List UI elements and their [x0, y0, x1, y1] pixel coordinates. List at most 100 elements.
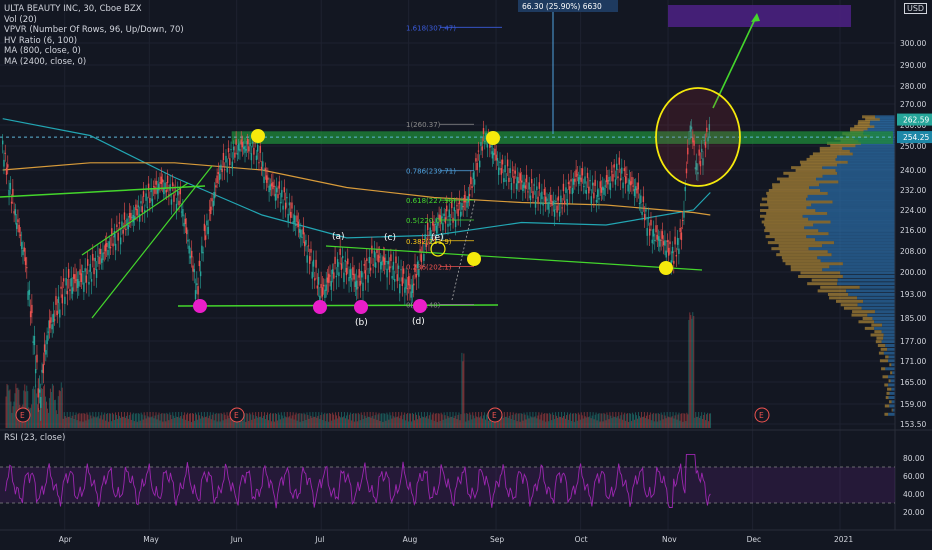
candle-body	[616, 163, 618, 170]
vpvr-bar-down	[858, 320, 875, 324]
candle-body	[624, 176, 627, 184]
vpvr-bar-down	[779, 180, 839, 184]
volume-bar	[310, 415, 312, 428]
candle-body	[387, 260, 390, 265]
volume-bar	[87, 414, 89, 428]
candle-body	[610, 171, 613, 173]
volume-bar	[343, 412, 345, 428]
vpvr-bar-down	[852, 310, 875, 314]
volume-bar	[204, 417, 206, 428]
volume-bar	[7, 385, 9, 428]
vpvr-bar-down	[807, 282, 838, 286]
price-tick-label: 224.00	[900, 206, 926, 215]
volume-bar	[389, 412, 391, 428]
candle-body	[532, 191, 534, 199]
candle-body	[189, 255, 192, 259]
volume-bar	[132, 412, 134, 428]
candle-body	[518, 180, 520, 184]
candle-body	[673, 260, 675, 264]
volume-bar	[116, 415, 118, 428]
volume-bar	[134, 413, 136, 428]
volume-bar	[673, 418, 675, 428]
candle-body	[480, 142, 482, 146]
candle-body	[671, 246, 674, 254]
vpvr-bar-up	[813, 223, 895, 227]
vpvr-bar-down	[875, 340, 882, 344]
volume-bar	[139, 420, 141, 428]
candle-body	[636, 188, 638, 194]
candle-body	[510, 182, 513, 190]
volume-bar	[39, 410, 41, 428]
vpvr-bar-up	[827, 191, 895, 195]
vpvr-bar-down	[764, 217, 809, 221]
price-tick-label: 185.00	[900, 314, 926, 323]
vpvr-bar-down	[880, 347, 888, 351]
candle-body	[396, 274, 398, 282]
volume-bar	[127, 418, 129, 428]
volume-bar	[474, 418, 476, 428]
volume-bar	[392, 412, 394, 428]
candle-body	[676, 237, 679, 245]
candle-body	[655, 225, 657, 233]
volume-bar	[506, 412, 508, 428]
volume-bar	[381, 413, 383, 428]
volume-bar	[278, 414, 280, 428]
volume-bar	[639, 417, 641, 428]
candle-body	[27, 291, 29, 300]
volume-bar	[690, 315, 692, 428]
candle-body	[187, 239, 189, 242]
volume-bar	[331, 420, 333, 428]
candle-body	[97, 255, 99, 257]
candle-body	[544, 196, 547, 203]
candle-body	[571, 187, 574, 195]
volume-bar	[44, 384, 46, 428]
candle-body	[224, 169, 226, 171]
vpvr-bar-up	[809, 186, 895, 190]
candle-body	[505, 180, 508, 182]
volume-bar	[651, 414, 653, 428]
candle-body	[404, 287, 406, 293]
candle-body	[47, 331, 50, 333]
candle-body	[523, 182, 525, 188]
candle-body	[638, 202, 641, 205]
vpvr-bar-up	[846, 289, 895, 293]
currency-label[interactable]: USD	[904, 3, 928, 14]
volume-bar	[446, 412, 448, 428]
candle-body	[496, 158, 499, 161]
price-chart[interactable]: 66.30 (25.90%) 6630 1.618(307.47) 1(260.37…	[0, 0, 932, 550]
vpvr-bar-down	[884, 383, 889, 387]
volume-bar	[124, 417, 126, 428]
volume-bar	[326, 413, 328, 428]
volume-bar	[175, 412, 177, 428]
volume-bar	[585, 417, 587, 428]
volume-bar	[688, 319, 690, 428]
volume-bar	[226, 412, 228, 428]
volume-bar	[638, 416, 640, 428]
candle-body	[135, 204, 137, 211]
volume-bar	[387, 414, 389, 428]
volume-bar	[443, 412, 445, 428]
volume-bar	[525, 419, 527, 428]
volume-bar	[170, 414, 172, 428]
candle-body	[29, 311, 32, 318]
candle-body	[355, 280, 358, 290]
candle-body	[589, 179, 591, 182]
candle-body	[328, 273, 330, 283]
candle-body	[519, 173, 522, 181]
candle-body	[212, 200, 214, 207]
volume-bar	[513, 420, 515, 428]
candle-body	[262, 161, 264, 167]
candle-body	[251, 142, 254, 144]
candle-body	[380, 261, 382, 270]
volume-bar	[330, 413, 332, 428]
volume-bar	[372, 412, 374, 428]
candle-body	[62, 278, 65, 282]
candle-body	[240, 139, 242, 145]
volume-bar	[425, 416, 427, 428]
volume-bar	[48, 398, 50, 428]
volume-bar	[123, 412, 125, 428]
volume-bar	[348, 414, 350, 428]
volume-bar	[676, 419, 678, 428]
volume-bar	[130, 419, 132, 428]
candle-body	[83, 282, 85, 292]
